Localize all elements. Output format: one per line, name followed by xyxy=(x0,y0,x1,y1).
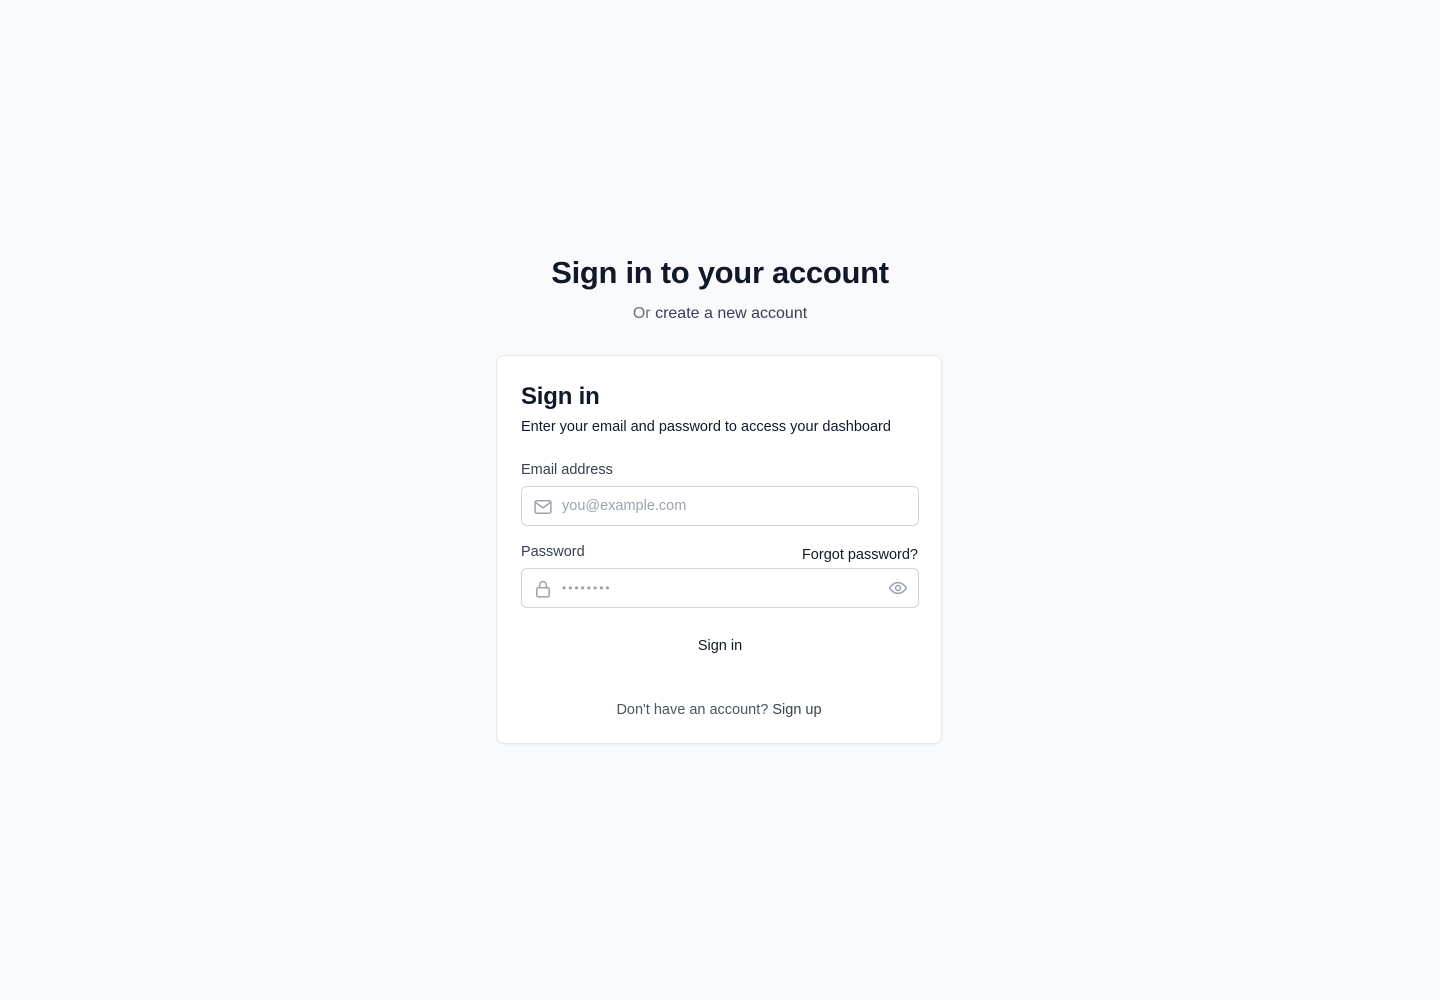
sign-in-page: Sign in to your account Or create a new … xyxy=(0,0,1440,1000)
card-title: Sign in xyxy=(521,383,600,410)
email-field[interactable] xyxy=(521,486,919,526)
card-description: Enter your email and password to access … xyxy=(521,419,891,435)
sign-in-card: Sign in Enter your email and password to… xyxy=(496,355,942,744)
email-input[interactable] xyxy=(562,487,902,525)
email-label: Email address xyxy=(521,462,613,478)
eye-icon[interactable] xyxy=(887,577,909,599)
sign-in-button[interactable]: Sign in xyxy=(521,626,919,666)
page-subtitle: Or create a new account xyxy=(0,303,1440,325)
forgot-password-link[interactable]: Forgot password? xyxy=(802,545,918,565)
sign-up-prompt-text: Don't have an account? xyxy=(616,702,773,718)
password-field[interactable] xyxy=(521,568,919,608)
page-header: Sign in to your account Or create a new … xyxy=(0,252,1440,325)
page-title: Sign in to your account xyxy=(551,255,889,290)
password-input[interactable] xyxy=(562,569,872,607)
subtitle-prefix: Or xyxy=(632,305,656,322)
password-label: Password xyxy=(521,544,585,560)
sign-up-prompt: Don't have an account? Sign up xyxy=(497,700,941,720)
lock-icon xyxy=(532,578,554,600)
create-account-link[interactable]: create a new account xyxy=(655,305,807,322)
sign-up-link[interactable]: Sign up xyxy=(772,702,821,718)
mail-icon xyxy=(532,496,554,518)
